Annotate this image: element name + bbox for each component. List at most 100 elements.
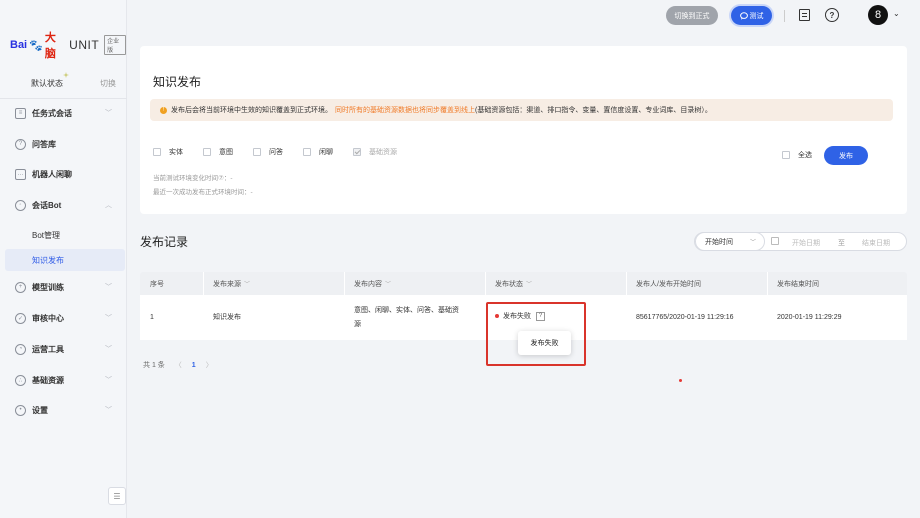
cell-content-line2: 源 <box>354 321 361 328</box>
calendar-icon <box>771 237 779 245</box>
chevron-down-icon: ﹀ <box>385 282 392 288</box>
last-publish-time: 最近一次成功发布正式环境时间：- <box>153 189 253 196</box>
cell-source: 知识发布 <box>213 314 241 321</box>
checkbox-qa[interactable]: 问答 <box>253 147 303 157</box>
cell-publisher-start: 85617765/2020-01-19 11:29:16 <box>636 314 734 321</box>
sidebar-item-base-resources[interactable]: ∴ 基础资源 ﹀ <box>0 369 127 391</box>
avatar[interactable]: 8 <box>868 5 888 25</box>
chevron-up-icon: ︿ <box>105 202 112 209</box>
checkbox-box[interactable] <box>203 148 211 156</box>
sidebar-item-label: 审核中心 <box>32 313 64 323</box>
chevron-down-icon: ﹀ <box>526 282 533 288</box>
checkbox-entity[interactable]: 实体 <box>153 147 203 157</box>
sidebar-item-qa[interactable]: ? 问答库 <box>0 133 127 155</box>
topbar-divider <box>784 10 785 22</box>
chevron-down-icon[interactable]: ⌄ <box>893 9 900 18</box>
sidebar-subitem-label: Bot管理 <box>32 231 61 240</box>
checkbox-label: 实体 <box>169 149 183 156</box>
publish-notice: ! 发布后会将当前环境中生效的知识覆盖到正式环境。 同时所有的基础资源数据也将同… <box>150 99 893 121</box>
sidebar-item-review-center[interactable]: ✓ 审核中心 ﹀ <box>0 307 127 329</box>
date-range-filter[interactable]: 开始时间 ﹀ 开始日期 至 结束日期 <box>694 232 907 251</box>
column-header-content[interactable]: 发布内容 ﹀ <box>344 272 485 295</box>
sparkle-icon <box>63 72 69 78</box>
prev-page-button[interactable]: 〈 <box>175 360 182 370</box>
sidebar: Bai 🐾 大脑 UNIT 企业版 默认状态 切换 ≡ 任务式会话 ﹀ ? 问答库 … … <box>0 0 127 518</box>
settings-icon: • <box>15 404 26 416</box>
checkbox-base-resources: 基础资源 <box>353 147 397 157</box>
next-page-button[interactable]: 〉 <box>206 360 213 370</box>
checkbox-box[interactable] <box>303 148 311 156</box>
column-header-label: 序号 <box>150 280 164 288</box>
checkbox-box[interactable] <box>153 148 161 156</box>
checkbox-label: 闲聊 <box>319 149 333 156</box>
column-header-label: 发布人/发布开始时间 <box>636 280 701 288</box>
time-type-select[interactable]: 开始时间 ﹀ <box>695 232 765 251</box>
test-button[interactable]: 测试 <box>731 6 772 25</box>
sidebar-item-label: 基础资源 <box>32 375 64 385</box>
sidebar-item-chitchat[interactable]: … 机器人闲聊 <box>0 163 127 185</box>
chevron-down-icon: ﹀ <box>244 282 251 288</box>
chat-icon: … <box>15 168 26 180</box>
start-date-input[interactable]: 开始日期 <box>792 238 820 248</box>
select-all-checkbox[interactable]: 全选 <box>782 150 812 160</box>
column-header-status[interactable]: 发布状态 ﹀ <box>485 272 626 295</box>
end-date-input[interactable]: 结束日期 <box>862 238 890 248</box>
logo-bai-text: Bai <box>10 39 28 51</box>
sidebar-item-label: 任务式会话 <box>32 108 72 118</box>
train-icon: + <box>15 281 26 293</box>
column-header-label: 发布内容 <box>354 280 382 288</box>
collapse-icon: ☰ <box>113 491 121 501</box>
column-header-publisher-start: 发布人/发布开始时间 <box>626 272 767 295</box>
select-all-label: 全选 <box>798 152 812 159</box>
paw-icon: 🐾 <box>29 39 43 52</box>
cursor-marker <box>679 379 682 382</box>
baidu-unit-logo[interactable]: Bai 🐾 大脑 UNIT 企业版 <box>10 29 126 61</box>
sidebar-subitem-bot-management[interactable]: Bot管理 <box>5 224 125 246</box>
task-icon: ≡ <box>15 107 26 119</box>
chevron-down-icon: ﹀ <box>105 407 112 414</box>
checkbox-box-disabled <box>353 148 361 156</box>
date-separator: 至 <box>838 240 845 247</box>
sidebar-subitem-knowledge-publish[interactable]: 知识发布 <box>5 249 125 271</box>
sidebar-item-task-dialog[interactable]: ≡ 任务式会话 ﹀ <box>0 102 127 124</box>
switch-to-production-button[interactable]: 切换到正式 <box>666 6 718 25</box>
state-label: 默认状态 <box>31 79 63 88</box>
chevron-down-icon: ﹀ <box>105 377 112 384</box>
total-count: 共 1 条 <box>143 362 165 369</box>
state-switch-link[interactable]: 切换 <box>100 78 116 89</box>
cell-index: 1 <box>150 314 154 321</box>
notice-highlight-text: 同时所有的基础资源数据也将同步覆盖到线上 <box>335 107 475 114</box>
column-header-label: 发布来源 <box>213 280 241 288</box>
resource-icon: ∴ <box>15 374 26 386</box>
checkbox-box[interactable] <box>253 148 261 156</box>
publish-content-checkboxes: 实体 意图 问答 闲聊 基础资源 <box>153 147 397 157</box>
publish-records-title: 发布记录 <box>140 235 189 249</box>
document-icon[interactable] <box>799 9 810 21</box>
sidebar-item-ops-tools[interactable]: ◔ 运营工具 ﹀ <box>0 338 127 360</box>
checkbox-label: 意图 <box>219 149 233 156</box>
knowledge-publish-card: 知识发布 ! 发布后会将当前环境中生效的知识覆盖到正式环境。 同时所有的基础资源… <box>140 46 907 214</box>
publish-button[interactable]: 发布 <box>824 146 868 165</box>
sidebar-item-label: 运营工具 <box>32 344 64 354</box>
test-env-change-time: 当前测试环境变化时间⑦：- <box>153 175 233 182</box>
table-header: 序号 发布来源 ﹀ 发布内容 ﹀ 发布状态 ﹀ 发布人/发布开始时间 发布结束时间 <box>140 272 907 295</box>
column-header-index: 序号 <box>140 272 203 295</box>
test-button-label: 测试 <box>749 12 764 20</box>
checkbox-box[interactable] <box>782 151 790 159</box>
collapse-sidebar-button[interactable]: ☰ <box>108 487 126 505</box>
checkbox-chitchat[interactable]: 闲聊 <box>303 147 353 157</box>
sidebar-item-dialog-bot[interactable]: ◦ 会话Bot ︿ <box>0 194 127 216</box>
sidebar-item-label: 模型训练 <box>32 282 64 292</box>
checkbox-intent[interactable]: 意图 <box>203 147 253 157</box>
cell-content-line1: 意图、闲聊、实体、问答、基础资 <box>354 307 459 314</box>
sidebar-item-model-training[interactable]: + 模型训练 ﹀ <box>0 276 127 298</box>
sidebar-item-settings[interactable]: • 设置 ﹀ <box>0 399 127 421</box>
top-bar: 切换到正式 测试 ? 8 ⌄ <box>128 0 920 32</box>
chevron-down-icon: ﹀ <box>105 315 112 322</box>
pagination: 共 1 条 〈 1 〉 <box>143 360 213 370</box>
help-icon[interactable]: ? <box>825 8 839 22</box>
column-header-source[interactable]: 发布来源 ﹀ <box>203 272 344 295</box>
sidebar-subitem-label: 知识发布 <box>32 256 64 265</box>
page-number-current[interactable]: 1 <box>192 362 196 369</box>
notice-text: 发布后会将当前环境中生效的知识覆盖到正式环境。 <box>171 107 332 114</box>
